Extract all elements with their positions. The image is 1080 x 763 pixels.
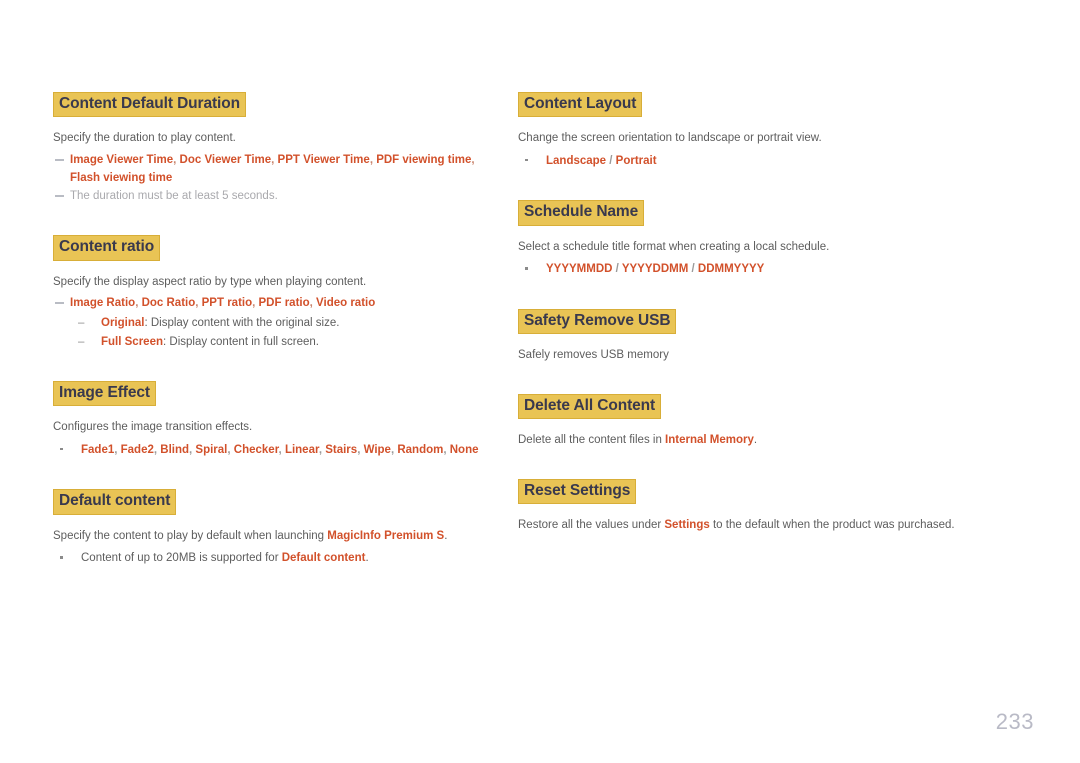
section-paragraph: Specify the duration to play content. <box>53 132 236 145</box>
section-heading: Schedule Name <box>518 200 645 226</box>
section-heading: Content Default Duration <box>53 92 247 118</box>
bullet-list: YYYYMMDD / YYYYDDMM / DDMMYYYY <box>518 260 1040 278</box>
heading-wrap: Content ratio <box>53 235 500 261</box>
bullet-item: Landscape / Portrait <box>518 152 1040 170</box>
sub-item: Full Screen: Display content in full scr… <box>53 333 500 352</box>
section-heading: Image Effect <box>53 380 156 407</box>
bullet-list: Content of up to 20MB is supported for D… <box>53 549 500 567</box>
sub-item-term: Full Screen <box>101 335 163 348</box>
paragraph-highlight: Settings <box>664 518 710 531</box>
sub-item-description: : Display content in full screen. <box>163 335 319 348</box>
document-page: Content Default Duration Specify the dur… <box>0 0 1080 763</box>
paragraph-text-before: Specify the content to play by default w… <box>53 529 328 542</box>
dash-list: Image Viewer Time, Doc Viewer Time, PPT … <box>53 152 500 205</box>
section-paragraph: Configures the image transition effects. <box>53 421 253 434</box>
right-column: Content Layout Change the screen orienta… <box>510 92 1080 538</box>
section-heading: Content Layout <box>518 92 643 118</box>
section-paragraph: Safely removes USB memory <box>518 348 669 361</box>
paragraph-text-after: to the default when the product was purc… <box>709 518 955 531</box>
section-schedule-name: Schedule Name Select a schedule title fo… <box>518 200 1040 278</box>
bullet-item: YYYYMMDD / YYYYDDMM / DDMMYYYY <box>518 260 1040 278</box>
bullet-text-after: . <box>365 552 369 565</box>
section-paragraph: Delete all the content files in Internal… <box>518 432 1040 449</box>
paragraph-text-after: . <box>444 529 448 542</box>
section-paragraph: Select a schedule title format when crea… <box>518 240 830 253</box>
heading-wrap: Content Layout <box>518 92 1040 118</box>
heading-wrap: Schedule Name <box>518 200 1040 226</box>
dash-item: Image Viewer Time, Doc Viewer Time, PPT … <box>53 152 500 188</box>
left-column: Content Default Duration Specify the dur… <box>0 92 510 568</box>
bullet-list: Fade1, Fade2, Blind, Spiral, Checker, Li… <box>53 441 500 459</box>
heading-wrap: Content Default Duration <box>53 92 500 118</box>
section-delete-all-content: Delete All Content Delete all the conten… <box>518 393 1040 449</box>
page-number: 233 <box>995 709 1034 734</box>
section-paragraph: Specify the content to play by default w… <box>53 528 500 545</box>
section-paragraph: Change the screen orientation to landsca… <box>518 132 822 145</box>
dash-list: Image Ratio, Doc Ratio, PPT ratio, PDF r… <box>53 295 500 313</box>
section-paragraph: Specify the display aspect ratio by type… <box>53 275 367 288</box>
two-column-layout: Content Default Duration Specify the dur… <box>0 92 1080 568</box>
paragraph-text-before: Restore all the values under <box>518 518 665 531</box>
dash-item: The duration must be at least 5 seconds. <box>53 188 500 206</box>
sub-item-term: Original <box>101 317 145 330</box>
dash-item: Image Ratio, Doc Ratio, PPT ratio, PDF r… <box>53 295 500 313</box>
paragraph-highlight: Internal Memory <box>665 433 754 446</box>
section-content-layout: Content Layout Change the screen orienta… <box>518 92 1040 170</box>
section-heading: Reset Settings <box>518 478 637 504</box>
paragraph-text-after: . <box>753 433 758 446</box>
heading-wrap: Reset Settings <box>518 478 1040 504</box>
bullet-item: Fade1, Fade2, Blind, Spiral, Checker, Li… <box>53 441 500 459</box>
heading-wrap: Default content <box>53 489 500 515</box>
bullet-highlight: Default content <box>281 552 366 565</box>
section-safety-remove-usb: Safety Remove USB Safely removes USB mem… <box>518 308 1040 364</box>
section-heading: Safety Remove USB <box>518 308 677 334</box>
section-content-default-duration: Content Default Duration Specify the dur… <box>53 92 500 205</box>
sub-item-description: : Display content with the original size… <box>144 317 340 330</box>
section-content-ratio: Content ratio Specify the display aspect… <box>53 235 500 351</box>
section-image-effect: Image Effect Configures the image transi… <box>53 380 500 459</box>
sub-list: Original: Display content with the origi… <box>53 314 500 351</box>
section-heading: Content ratio <box>53 235 161 261</box>
bullet-list: Landscape / Portrait <box>518 152 1040 170</box>
bullet-text-before: Content of up to 20MB is supported for <box>81 552 282 565</box>
heading-wrap: Safety Remove USB <box>518 308 1040 334</box>
section-default-content: Default content Specify the content to p… <box>53 489 500 567</box>
paragraph-text-before: Delete all the content files in <box>518 433 666 446</box>
section-reset-settings: Reset Settings Restore all the values un… <box>518 478 1040 534</box>
bullet-item: Content of up to 20MB is supported for D… <box>53 549 500 567</box>
sub-item: Original: Display content with the origi… <box>53 314 500 333</box>
paragraph-highlight: MagicInfo Premium S <box>327 529 445 542</box>
section-heading: Delete All Content <box>518 393 662 419</box>
heading-wrap: Delete All Content <box>518 393 1040 419</box>
section-heading: Default content <box>53 489 177 515</box>
section-paragraph: Restore all the values under Settings to… <box>518 517 1040 534</box>
heading-wrap: Image Effect <box>53 380 500 407</box>
